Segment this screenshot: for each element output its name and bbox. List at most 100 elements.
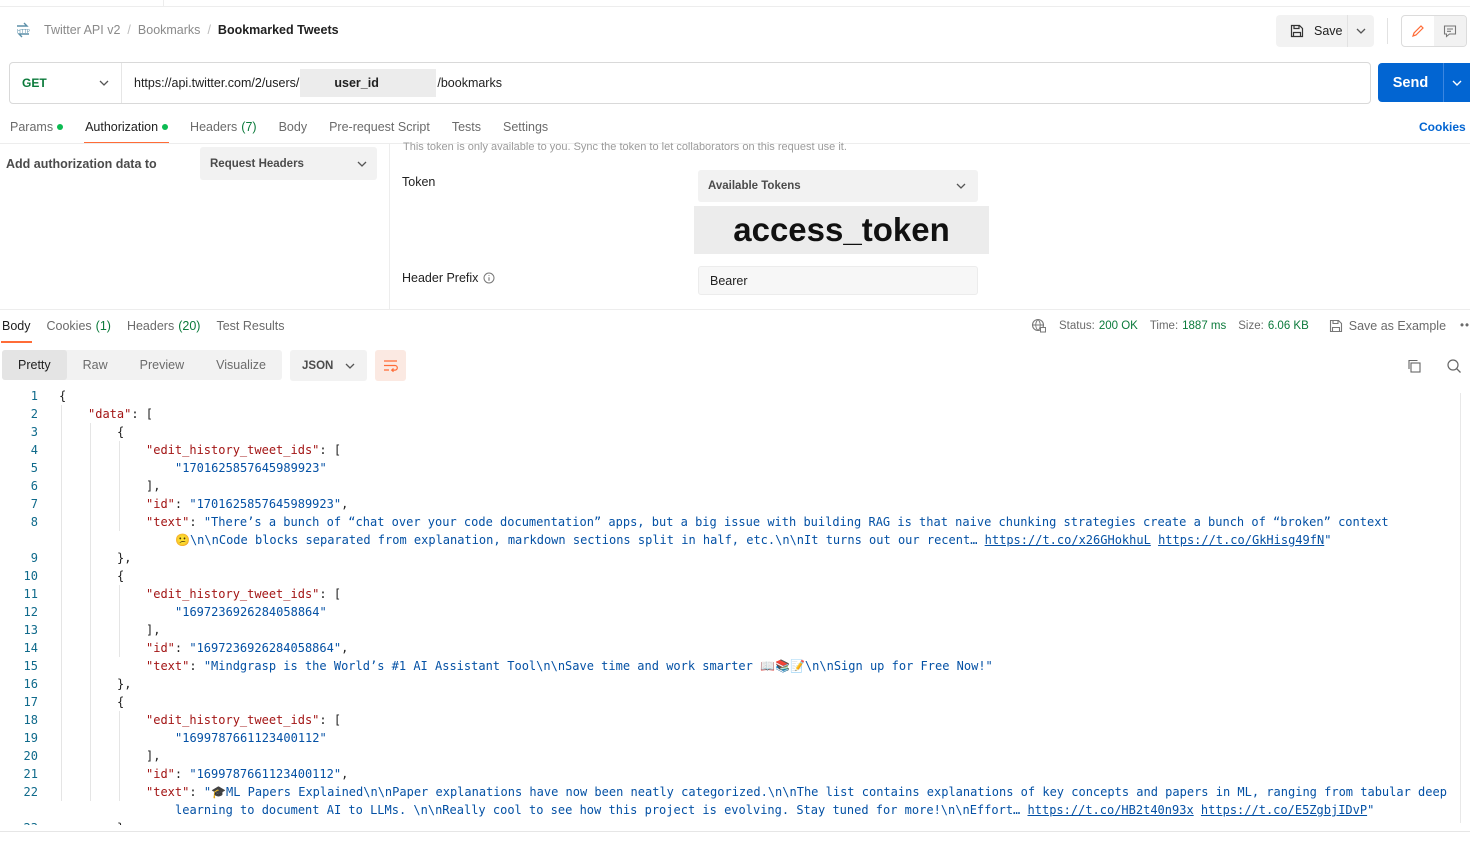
json-string: "1701625857645989923" <box>175 461 327 475</box>
code-content: "edit_history_tweet_ids": [ <box>59 585 341 603</box>
tab-body[interactable]: Body <box>279 112 308 142</box>
save-label: Save <box>1314 24 1343 38</box>
view-visualize[interactable]: Visualize <box>200 350 282 380</box>
token-input[interactable]: access_token <box>694 206 989 254</box>
json-string: "1697236926284058864" <box>189 641 342 655</box>
auth-add-to-select[interactable]: Request Headers <box>200 147 377 180</box>
json-string <box>1151 533 1158 547</box>
auth-add-to-label: Add authorization data to <box>6 157 157 171</box>
documentation-mode-button[interactable] <box>1434 16 1466 46</box>
view-pretty[interactable]: Pretty <box>2 350 67 380</box>
http-request-icon: HTTP <box>14 21 32 39</box>
view-preview[interactable]: Preview <box>124 350 200 380</box>
tab-params[interactable]: Params <box>10 112 64 142</box>
chevron-down-icon <box>345 363 355 369</box>
svg-text:HTTP: HTTP <box>17 29 30 35</box>
time-value[interactable]: 1887 ms <box>1182 320 1226 332</box>
wrap-lines-button[interactable] <box>375 350 406 381</box>
tab-tests[interactable]: Tests <box>452 112 481 142</box>
code-content: "1701625857645989923" <box>59 459 327 477</box>
url-prefix: https://api.twitter.com/2/users/ <box>134 76 300 90</box>
code-line: 6], <box>0 477 161 495</box>
auth-pane-divider <box>389 144 390 309</box>
line-number: 3 <box>30 425 38 439</box>
code-line: 17 { <box>0 693 125 711</box>
url-link[interactable]: https://t.co/E5ZgbjIDvP <box>1201 803 1367 817</box>
format-select[interactable]: JSON <box>290 350 367 381</box>
header-prefix-input[interactable]: Bearer <box>698 266 978 295</box>
json-punctuation: : <box>174 641 190 655</box>
request-name[interactable]: Bookmarked Tweets <box>218 23 339 37</box>
code-line: 21 "id": "1699787661123400112", <box>0 765 349 783</box>
available-tokens-select[interactable]: Available Tokens <box>698 170 978 202</box>
save-options-button[interactable] <box>1348 15 1374 47</box>
edit-mode-button[interactable] <box>1402 16 1434 46</box>
header-prefix-label: Header Prefix <box>402 271 495 285</box>
copy-icon[interactable] <box>1405 357 1423 375</box>
more-options-icon[interactable]: ••• <box>1460 320 1470 332</box>
tab-test-results[interactable]: Test Results <box>216 311 284 341</box>
url-link[interactable]: https://t.co/HB2t40n93x <box>1028 803 1194 817</box>
info-icon[interactable] <box>483 272 495 284</box>
tab-response-body[interactable]: Body <box>1 311 31 343</box>
chevron-down-icon <box>956 183 966 189</box>
tab-settings[interactable]: Settings <box>503 112 548 142</box>
json-string: "There’s a bunch of “chat over your code… <box>203 515 1389 529</box>
chevron-down-icon <box>357 161 367 167</box>
code-line: 9}, <box>0 549 132 567</box>
line-number: 13 <box>23 623 38 637</box>
code-line: 1{ <box>0 387 66 405</box>
json-punctuation: { <box>59 389 67 403</box>
send-button[interactable]: Send <box>1378 63 1444 102</box>
json-string: 😕\n\nCode blocks separated from explanat… <box>175 533 985 547</box>
tab-headers[interactable]: Headers (7) <box>190 112 257 142</box>
response-body-code[interactable]: 1{2 "data": [3{4 "edit_history_tweet_ids":… <box>0 385 1470 825</box>
code-content: "id": "1699787661123400112", <box>59 765 348 783</box>
line-number: 11 <box>23 587 38 601</box>
url-path-variable: user_id <box>300 69 437 97</box>
code-content: "data": [ <box>59 405 153 423</box>
view-raw[interactable]: Raw <box>67 350 124 380</box>
tab-label: Settings <box>503 120 549 134</box>
search-icon[interactable] <box>1445 357 1463 375</box>
json-punctuation: ], <box>146 623 161 637</box>
size-label: Size: <box>1238 320 1264 332</box>
breadcrumb: HTTP Twitter API v2 / Bookmarks / Bookma… <box>14 21 339 39</box>
breadcrumb-collection[interactable]: Twitter API v2 <box>44 23 120 37</box>
comment-icon <box>1443 25 1457 38</box>
indent-guide <box>119 711 120 801</box>
code-content: "1697236926284058864" <box>59 603 327 621</box>
network-icon[interactable] <box>1031 318 1047 334</box>
line-number: 23 <box>0 819 38 825</box>
scrollbar[interactable] <box>1460 393 1461 823</box>
send-options-button[interactable] <box>1444 63 1470 102</box>
code-line: 8 "text": "There’s a bunch of “chat over … <box>0 513 1389 531</box>
url-input[interactable]: https://api.twitter.com/2/users/ user_id… <box>122 63 502 103</box>
json-punctuation: ], <box>146 749 161 763</box>
json-punctuation: }, <box>117 821 131 825</box>
cookies-link[interactable]: Cookies <box>1419 120 1466 134</box>
method-select[interactable]: GET <box>10 63 122 103</box>
code-line: 22 "text": "🎓ML Papers Explained\n\nPaper… <box>0 783 1447 801</box>
method-label: GET <box>22 76 47 90</box>
tab-pre-request-script[interactable]: Pre-request Script <box>329 112 430 142</box>
save-button[interactable]: Save <box>1276 15 1348 47</box>
tab-authorization[interactable]: Authorization <box>84 112 170 144</box>
tab-label: Params <box>10 120 54 134</box>
size-value[interactable]: 6.06 KB <box>1268 320 1309 332</box>
json-punctuation: { <box>117 425 125 439</box>
url-link[interactable]: https://t.co/x26GHokhuL <box>985 533 1151 547</box>
status-value[interactable]: 200 OK <box>1099 320 1138 332</box>
line-number: 4 <box>30 443 38 457</box>
json-string: learning to document AI to LLMs. \n\nRea… <box>175 803 1028 817</box>
json-punctuation: : [ <box>131 407 154 421</box>
tab-response-headers[interactable]: Headers (20) <box>127 311 200 341</box>
url-link[interactable]: https://t.co/GkHisg49fN <box>1158 533 1324 547</box>
json-punctuation: : <box>189 785 204 799</box>
breadcrumb-folder[interactable]: Bookmarks <box>138 23 201 37</box>
json-string: "1699787661123400112" <box>189 767 342 781</box>
tab-response-cookies[interactable]: Cookies (1) <box>47 311 111 341</box>
save-as-example-button[interactable]: Save as Example <box>1329 319 1446 333</box>
status-dot <box>162 124 169 130</box>
json-string: "1701625857645989923" <box>189 497 342 511</box>
